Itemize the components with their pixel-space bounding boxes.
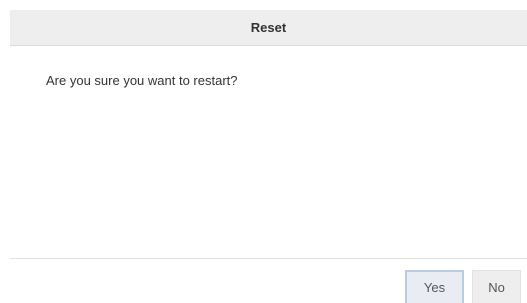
footer-divider <box>10 258 527 259</box>
yes-button[interactable]: Yes <box>405 270 464 303</box>
no-button-label: No <box>488 279 505 295</box>
reset-dialog: Reset Are you sure you want to restart? … <box>0 0 527 303</box>
dialog-title-bar: Reset <box>10 10 527 46</box>
no-button[interactable]: No <box>472 270 521 303</box>
dialog-title: Reset <box>250 20 287 35</box>
dialog-message: Are you sure you want to restart? <box>46 73 238 88</box>
yes-button-label: Yes <box>423 280 446 295</box>
